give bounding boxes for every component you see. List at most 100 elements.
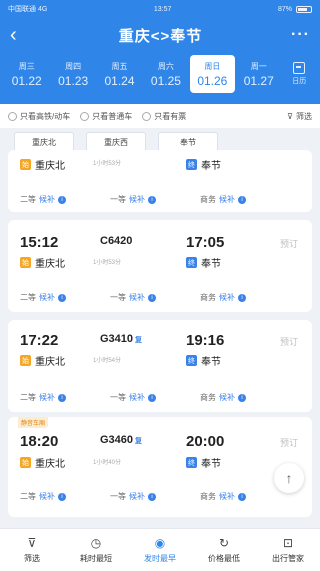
seat-status: 候补 — [129, 195, 145, 204]
page-title: 重庆<>奉节 — [118, 27, 203, 45]
start-station-icon: 始 — [20, 457, 31, 468]
seat-business-class[interactable]: 商务 候补 i — [200, 194, 290, 205]
seat-status: 候补 — [129, 492, 145, 501]
carrier-text: 中国联通 4G — [8, 6, 48, 13]
info-icon: i — [238, 293, 246, 302]
info-icon: i — [148, 492, 156, 501]
seat-status: 候补 — [39, 492, 55, 501]
seat-status: 候补 — [129, 393, 145, 402]
date-weekday: 周四 — [65, 61, 82, 71]
seat-name: 二等 — [20, 492, 36, 501]
to-station: 终 奉节 — [186, 255, 221, 270]
from-station-name: 重庆北 — [35, 161, 65, 172]
end-station-icon: 终 — [186, 159, 197, 170]
bottom-tab-bar: ⊽ 筛选 ◷ 耗时最短 ◉ 发时最早 ↻ 价格最低 ⊡ 出行管家 — [0, 528, 320, 571]
end-station-icon: 终 — [186, 457, 197, 468]
seat-name: 商务 — [200, 492, 216, 501]
seat-name: 商务 — [200, 393, 216, 402]
nav-row: ‹ 重庆<>奉节 ··· — [0, 18, 320, 52]
more-icon[interactable]: ··· — [291, 26, 310, 44]
date-item-0122[interactable]: 周三 01.22 — [4, 55, 49, 93]
filter-label: 筛选 — [296, 111, 312, 121]
tab-filter[interactable]: ⊽ 筛选 — [0, 529, 64, 571]
arrival-time: 19:16 — [186, 332, 225, 349]
from-station: 始 重庆北 — [20, 455, 65, 470]
back-icon[interactable]: ‹ — [10, 25, 30, 45]
seat-name: 二等 — [20, 393, 36, 402]
filter-has-ticket[interactable]: 只看有票 — [142, 111, 186, 122]
to-station-name: 奉节 — [201, 259, 221, 270]
calendar-label: 日历 — [292, 78, 307, 85]
status-bar: 中国联通 4G 13:57 87% — [0, 0, 320, 18]
seat-second-class[interactable]: 二等 候补 i — [20, 194, 110, 205]
tab-trip-manager[interactable]: ⊡ 出行管家 — [256, 529, 320, 571]
seat-name: 商务 — [200, 195, 216, 204]
date-value: 01.25 — [150, 73, 181, 88]
refresh-icon: ↻ — [218, 536, 230, 550]
tab-label: 筛选 — [24, 554, 40, 563]
tab-label: 发时最早 — [144, 554, 176, 563]
cart-icon: ⊡ — [282, 536, 294, 550]
book-button[interactable]: 预订 — [280, 237, 298, 250]
seat-second-class[interactable]: 二等 候补 i — [20, 292, 110, 303]
tab-earliest-departure[interactable]: ◉ 发时最早 — [128, 529, 192, 571]
departure-time: 17:22 — [20, 332, 59, 349]
date-item-0124[interactable]: 周五 01.24 — [97, 55, 142, 93]
station-chip-chongqingxi[interactable]: 重庆西 — [86, 132, 146, 152]
date-item-0127[interactable]: 周一 01.27 — [236, 55, 281, 93]
date-weekday: 周三 — [18, 61, 35, 71]
station-chip-fengjie[interactable]: 奉节 — [158, 132, 218, 152]
train-card[interactable]: 15:12 C6420 17:05 预订 1小时53分 始 重庆北 终 奉节 二… — [8, 220, 312, 312]
train-number-wrap: G3410 复 — [100, 333, 142, 345]
seat-name: 一等 — [110, 393, 126, 402]
seat-second-class[interactable]: 二等 候补 i — [20, 392, 110, 403]
train-card[interactable]: 静音车厢 18:20 G3460 复 20:00 预订 1小时40分 始 重庆北 … — [8, 417, 312, 517]
tab-shortest-duration[interactable]: ◷ 耗时最短 — [64, 529, 128, 571]
checkbox-icon — [8, 111, 17, 121]
calendar-button[interactable]: 日历 — [282, 62, 316, 86]
book-button[interactable]: 预订 — [280, 436, 298, 449]
seat-business-class[interactable]: 商务 候补 i — [200, 292, 290, 303]
date-item-0126-selected[interactable]: 周日 01.26 — [189, 55, 236, 93]
checkbox-icon — [142, 111, 152, 121]
date-item-0123[interactable]: 周四 01.23 — [50, 55, 95, 93]
top-bar: 中国联通 4G 13:57 87% ‹ 重庆<>奉节 ··· 周三 01.22 … — [0, 0, 320, 104]
start-station-icon: 始 — [20, 257, 31, 268]
seat-first-class[interactable]: 一等 候补 i — [110, 292, 200, 303]
seat-first-class[interactable]: 一等 候补 i — [110, 392, 200, 403]
filter-button[interactable]: ⊽ 筛选 — [287, 111, 312, 122]
departure-time: 18:20 — [20, 433, 59, 450]
seat-business-class[interactable]: 商务 候补 i — [200, 392, 290, 403]
end-station-icon: 终 — [186, 257, 197, 268]
filter-high-speed[interactable]: 只看高铁/动车 — [8, 111, 70, 122]
train-card[interactable]: 1小时53分 始 重庆北 终 奉节 二等 候补 i 一等 候补 i 商务 候补 i — [8, 150, 312, 212]
date-value: 01.22 — [11, 73, 42, 88]
date-weekday: 周六 — [157, 61, 174, 71]
funnel-icon: ⊽ — [287, 111, 293, 121]
seat-first-class[interactable]: 一等 候补 i — [110, 194, 200, 205]
from-station: 始 重庆北 — [20, 255, 65, 270]
back-to-top-button[interactable]: ↑ — [274, 463, 304, 493]
filter-row: 只看高铁/动车 只看普通车 只看有票 ⊽ 筛选 — [0, 104, 320, 128]
seat-row: 二等 候补 i 一等 候补 i 商务 候补 i — [20, 194, 300, 205]
battery-icon — [296, 5, 312, 13]
seat-first-class[interactable]: 一等 候补 i — [110, 491, 200, 502]
train-card[interactable]: 17:22 G3410 复 19:16 预订 1小时54分 始 重庆北 终 奉节 … — [8, 320, 312, 412]
station-chip-chongqingbei[interactable]: 重庆北 — [14, 132, 74, 152]
tab-lowest-price[interactable]: ↻ 价格最低 — [192, 529, 256, 571]
arrow-up-icon: ↑ — [285, 470, 293, 486]
from-station: 始 重庆北 — [20, 157, 65, 172]
filter-icon: ⊽ — [27, 536, 37, 550]
return-badge: 复 — [135, 337, 143, 344]
book-button[interactable]: 预订 — [280, 335, 298, 348]
start-time-icon: ◉ — [154, 536, 166, 550]
train-number-wrap: G3460 复 — [100, 434, 142, 446]
date-item-0125[interactable]: 周六 01.25 — [143, 55, 188, 93]
seat-second-class[interactable]: 二等 候补 i — [20, 491, 110, 502]
filter-normal-train[interactable]: 只看普通车 — [80, 111, 132, 122]
seat-business-class[interactable]: 商务 候补 i — [200, 491, 290, 502]
train-duration: 1小时40分 — [93, 460, 122, 466]
arrival-time: 20:00 — [186, 433, 225, 450]
seat-status: 候补 — [219, 393, 235, 402]
calendar-icon — [293, 62, 306, 74]
